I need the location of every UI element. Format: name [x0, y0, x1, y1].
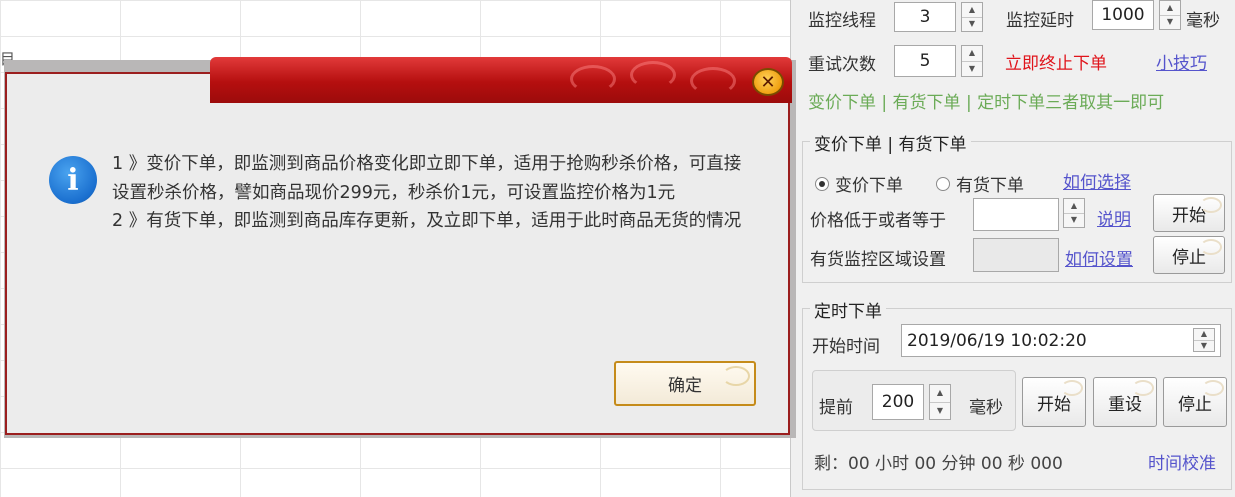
- swirl-ornament-icon: [570, 65, 616, 93]
- start-time-spinner[interactable]: ▲ ▼: [1193, 328, 1215, 352]
- retry-count-label: 重试次数: [808, 55, 876, 75]
- dialog-titlebar[interactable]: [210, 57, 792, 103]
- radio-price-change[interactable]: 变价下单: [815, 171, 903, 196]
- spin-up-icon[interactable]: ▲: [962, 3, 982, 17]
- monitor-delay-label: 监控延时: [1006, 11, 1074, 31]
- how-choose-link[interactable]: 如何选择: [1063, 168, 1131, 193]
- radio-selected-icon[interactable]: [815, 176, 829, 191]
- spin-down-icon[interactable]: ▼: [930, 401, 950, 420]
- timed-start-button[interactable]: 开始: [1022, 377, 1086, 427]
- monitor-threads-input[interactable]: 3: [894, 2, 956, 32]
- price-order-group-title: 变价下单 | 有货下单: [810, 130, 971, 155]
- swirl-ornament-icon: [630, 61, 676, 89]
- dialog-message: 1 》变价下单，即监测到商品价格变化即立即下单，适用于抢购秒杀价格，可直接设置秒…: [112, 150, 742, 236]
- info-icon: i: [49, 156, 97, 204]
- price-threshold-label: 价格低于或者等于: [810, 211, 946, 231]
- monitor-threads-label: 监控线程: [808, 11, 876, 31]
- stop-order-now-link[interactable]: 立即终止下单: [1005, 49, 1107, 74]
- spin-down-icon[interactable]: ▼: [1064, 212, 1084, 228]
- monitor-threads-spinner[interactable]: ▲ ▼: [961, 2, 983, 32]
- timed-stop-button[interactable]: 停止: [1163, 377, 1227, 427]
- price-threshold-spinner[interactable]: ▲ ▼: [1063, 198, 1085, 228]
- advance-input[interactable]: 200: [872, 384, 924, 420]
- remaining-time: 剩：00 小时 00 分钟 00 秒 000: [814, 454, 1063, 474]
- close-icon[interactable]: ✕: [752, 68, 784, 96]
- tips-link[interactable]: 小技巧: [1156, 49, 1207, 74]
- spin-down-icon[interactable]: ▼: [962, 60, 982, 77]
- spin-up-icon[interactable]: ▲: [1194, 329, 1214, 340]
- advance-label: 提前: [819, 398, 853, 418]
- how-set-link[interactable]: 如何设置: [1065, 245, 1133, 270]
- explain-link[interactable]: 说明: [1097, 205, 1131, 230]
- stock-area-input[interactable]: [973, 238, 1059, 272]
- stock-area-label: 有货监控区域设置: [810, 250, 946, 270]
- radio-in-stock[interactable]: 有货下单: [936, 171, 1024, 196]
- advance-unit: 毫秒: [969, 398, 1003, 418]
- spin-up-icon[interactable]: ▲: [1064, 199, 1084, 213]
- price-stop-button[interactable]: 停止: [1153, 236, 1225, 274]
- ok-button[interactable]: 确定: [614, 361, 756, 406]
- spin-down-icon[interactable]: ▼: [962, 16, 982, 32]
- monitor-delay-unit: 毫秒: [1186, 11, 1220, 31]
- radio-in-stock-label: 有货下单: [956, 176, 1024, 196]
- spin-up-icon[interactable]: ▲: [962, 46, 982, 61]
- message-line-1: 1 》变价下单，即监测到商品价格变化即立即下单，适用于抢购秒杀价格，可直接设置秒…: [112, 154, 742, 203]
- retry-count-spinner[interactable]: ▲ ▼: [961, 45, 983, 77]
- start-time-label: 开始时间: [812, 337, 880, 357]
- monitor-delay-input[interactable]: 1000: [1092, 0, 1154, 30]
- spin-down-icon[interactable]: ▼: [1194, 339, 1214, 352]
- monitor-delay-spinner[interactable]: ▲ ▼: [1159, 0, 1181, 30]
- swirl-ornament-icon: [690, 67, 736, 95]
- spin-up-icon[interactable]: ▲: [930, 385, 950, 402]
- spin-down-icon[interactable]: ▼: [1160, 14, 1180, 30]
- advance-spinner[interactable]: ▲ ▼: [929, 384, 951, 420]
- retry-count-input[interactable]: 5: [894, 45, 956, 77]
- price-threshold-input[interactable]: [973, 198, 1059, 231]
- mode-note: 变价下单 | 有货下单 | 定时下单三者取其一即可: [808, 93, 1165, 113]
- price-start-button[interactable]: 开始: [1153, 194, 1225, 232]
- start-time-input[interactable]: 2019/06/19 10:02:20: [901, 324, 1221, 357]
- radio-price-change-label: 变价下单: [835, 176, 903, 196]
- timed-order-group-title: 定时下单: [810, 297, 886, 322]
- radio-unselected-icon[interactable]: [936, 176, 950, 191]
- message-line-2: 2 》有货下单，即监测到商品库存更新，及立即下单，适用于此时商品无货的情况: [112, 211, 742, 231]
- time-sync-link[interactable]: 时间校准: [1148, 449, 1216, 474]
- timed-reset-button[interactable]: 重设: [1093, 377, 1157, 427]
- spin-up-icon[interactable]: ▲: [1160, 1, 1180, 15]
